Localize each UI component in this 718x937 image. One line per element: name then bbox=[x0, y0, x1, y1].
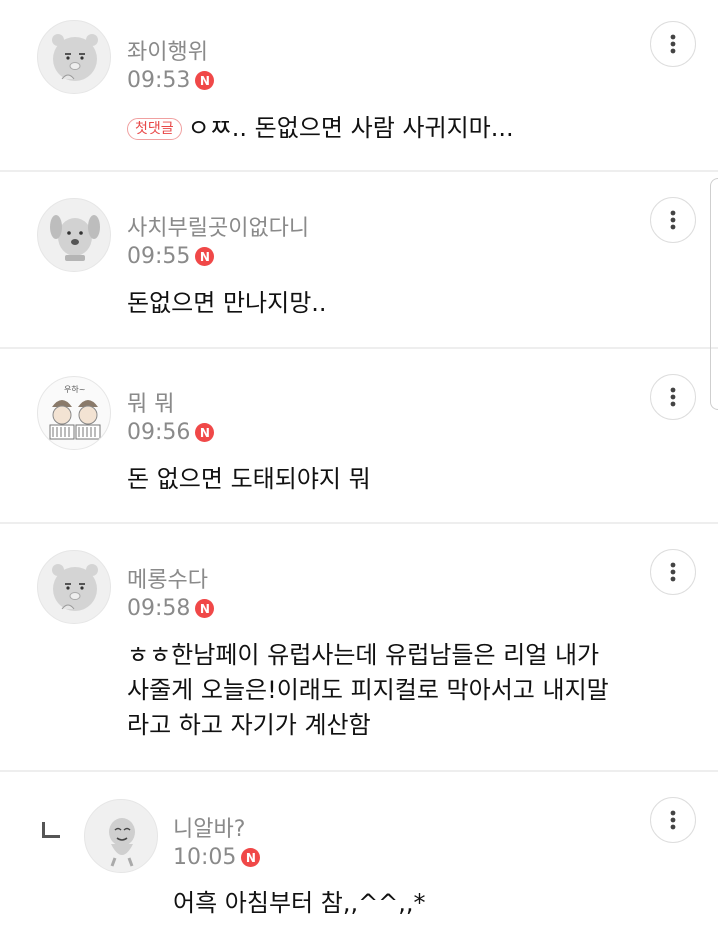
more-vertical-icon bbox=[670, 387, 676, 407]
ryan-character-icon bbox=[52, 564, 98, 611]
comment-text-line: 라고 하고 자기가 계산함 bbox=[127, 711, 371, 739]
reply-arrow-icon bbox=[42, 822, 60, 838]
comment-author[interactable]: 니알바? bbox=[173, 811, 245, 843]
comment-meta: 09:56 N bbox=[127, 420, 215, 445]
scrollbar[interactable] bbox=[710, 178, 718, 410]
more-vertical-icon bbox=[670, 34, 676, 54]
first-comment-badge: 첫댓글 bbox=[127, 118, 182, 140]
more-options-button[interactable] bbox=[650, 374, 696, 420]
comment-time: 09:58 bbox=[127, 596, 191, 621]
comment-author[interactable]: 메롱수다 bbox=[127, 562, 208, 594]
new-badge: N bbox=[241, 848, 261, 867]
avatar[interactable] bbox=[37, 20, 111, 94]
avatar-caption: 우하~ bbox=[64, 384, 85, 394]
comment-body: 돈 없으면 도태되야지 뭐 bbox=[127, 465, 371, 493]
more-options-button[interactable] bbox=[650, 21, 696, 67]
comment-text: ㅇㅉ.. 돈없으면 사람 사귀지마... bbox=[187, 114, 514, 142]
drawn-couple-icon: 우하~ bbox=[49, 384, 101, 440]
comment-time: 09:55 bbox=[127, 244, 191, 269]
ryan-character-icon bbox=[52, 34, 98, 81]
comment-body: 첫댓글 ㅇㅉ.. 돈없으면 사람 사귀지마... bbox=[127, 111, 514, 146]
comment-body: ㅎㅎ한남페이 유럽사는데 유럽남들은 리얼 내가 사줄게 오늘은!이래도 피지컬… bbox=[127, 638, 609, 743]
comment-time: 09:53 bbox=[127, 68, 191, 93]
comment-meta: 09:58 N bbox=[127, 596, 215, 621]
more-vertical-icon bbox=[670, 562, 676, 582]
frodo-dog-icon bbox=[50, 215, 100, 261]
more-vertical-icon bbox=[670, 210, 676, 230]
comment-author[interactable]: 사치부릴곳이없다니 bbox=[127, 210, 309, 242]
more-vertical-icon bbox=[670, 810, 676, 830]
new-badge: N bbox=[195, 599, 215, 618]
reply-comment-item: 니알바? 10:05 N 어흑 아침부터 참,,^^,,* bbox=[0, 772, 718, 937]
comment-meta: 09:53 N bbox=[127, 68, 215, 93]
comment-author[interactable]: 좌이행위 bbox=[127, 34, 208, 66]
comment-author[interactable]: 뭐 뭐 bbox=[127, 386, 174, 418]
comment-text-line: ㅎㅎ한남페이 유럽사는데 유럽남들은 리얼 내가 bbox=[127, 641, 600, 669]
comment-item: 메롱수다 09:58 N ㅎㅎ한남페이 유럽사는데 유럽남들은 리얼 내가 사줄… bbox=[0, 524, 718, 772]
avatar[interactable] bbox=[37, 550, 111, 624]
comment-item: 사치부릴곳이없다니 09:55 N 돈없으면 만나지망.. bbox=[0, 172, 718, 349]
avatar[interactable] bbox=[84, 799, 158, 873]
comment-body: 돈없으면 만나지망.. bbox=[127, 289, 327, 317]
new-badge: N bbox=[195, 71, 215, 90]
avatar[interactable] bbox=[37, 198, 111, 272]
comment-meta: 10:05 N bbox=[173, 845, 261, 870]
comment-time: 10:05 bbox=[173, 845, 237, 870]
comment-item: 우하~ 뭐 뭐 09:56 N 돈 없으면 도태되야지 뭐 bbox=[0, 349, 718, 524]
comment-item: 좌이행위 09:53 N 첫댓글 ㅇㅉ.. 돈없으면 사람 사귀지마... bbox=[0, 0, 718, 172]
comment-meta: 09:55 N bbox=[127, 244, 215, 269]
comment-body: 어흑 아침부터 참,,^^,,* bbox=[173, 889, 426, 917]
more-options-button[interactable] bbox=[650, 549, 696, 595]
avatar[interactable]: 우하~ bbox=[37, 376, 111, 450]
more-options-button[interactable] bbox=[650, 197, 696, 243]
comment-text-line: 사줄게 오늘은!이래도 피지컬로 막아서고 내지말 bbox=[127, 676, 609, 704]
muzi-character-icon bbox=[109, 818, 135, 867]
comment-time: 09:56 bbox=[127, 420, 191, 445]
more-options-button[interactable] bbox=[650, 797, 696, 843]
new-badge: N bbox=[195, 247, 215, 266]
new-badge: N bbox=[195, 423, 215, 442]
